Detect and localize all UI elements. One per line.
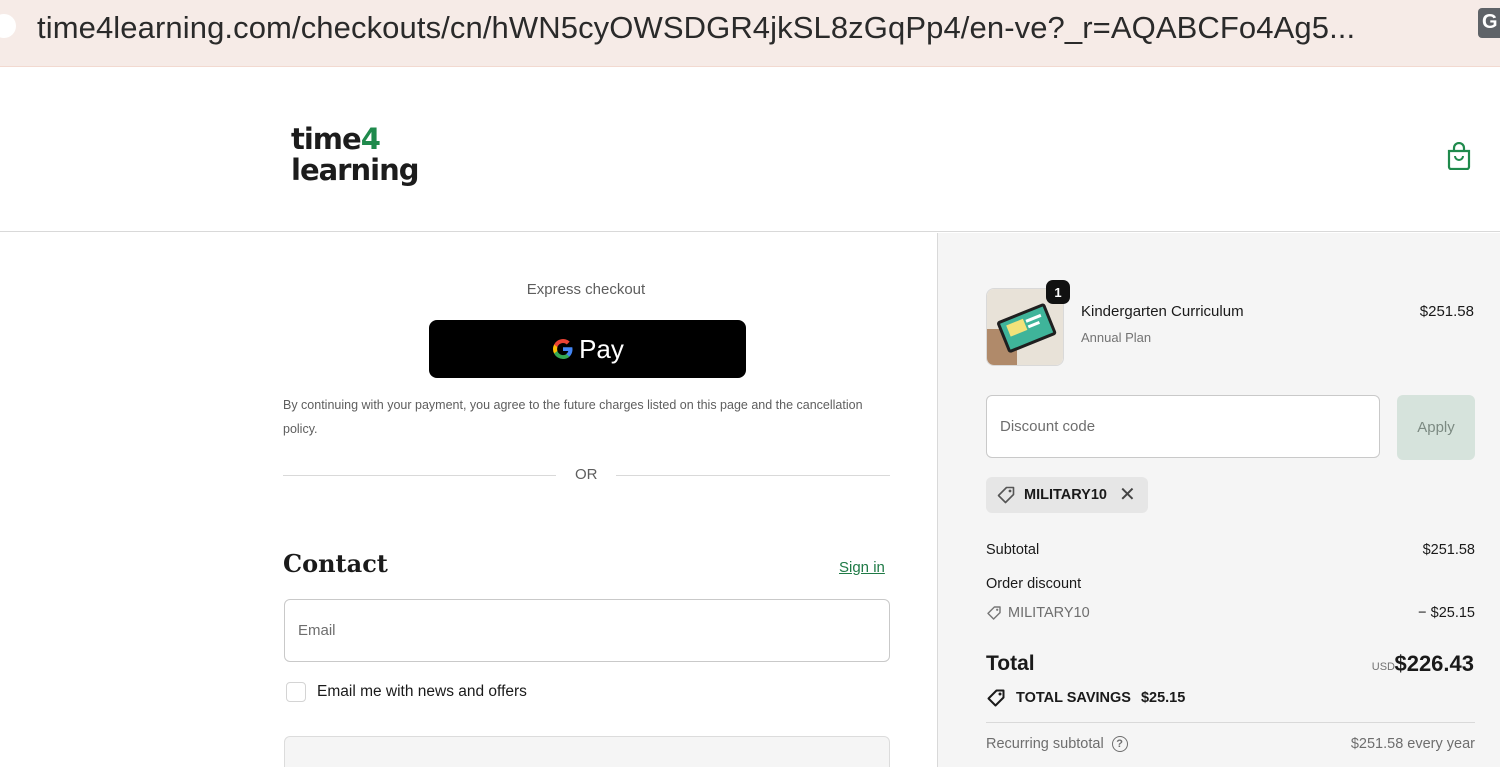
recurring-subtotal-label: Recurring subtotal (986, 736, 1104, 752)
newsletter-label: Email me with news and offers (317, 683, 527, 700)
total-currency: USD (1371, 661, 1395, 673)
tag-icon (997, 486, 1015, 504)
apply-discount-button[interactable]: Apply (1397, 395, 1475, 460)
time4learning-logo[interactable]: time4 learning (291, 124, 419, 186)
email-input[interactable] (285, 600, 889, 661)
sign-in-link[interactable]: Sign in (839, 559, 885, 576)
notice-box (284, 736, 890, 767)
subtotal-label: Subtotal (986, 542, 1040, 558)
newsletter-option[interactable]: Email me with news and offers (286, 682, 527, 702)
total-savings-value: $25.15 (1140, 690, 1186, 706)
help-icon[interactable]: ? (1111, 736, 1128, 752)
applied-code-label: MILITARY10 (1024, 487, 1107, 503)
recurring-subtotal-row: Recurring subtotal ? $251.58 every year (986, 736, 1475, 752)
discount-code-row: MILITARY10 − $25.15 (986, 605, 1475, 621)
discount-value: − $25.15 (1418, 605, 1475, 621)
product-name: Kindergarten Curriculum (1081, 303, 1244, 320)
discount-code-label: MILITARY10 (1008, 605, 1090, 621)
total-label: Total (986, 652, 1035, 675)
quantity-badge: 1 (1046, 280, 1070, 304)
summary-divider (986, 722, 1475, 723)
site-header: time4 learning (0, 82, 1500, 232)
product-price: $251.58 (1419, 303, 1474, 320)
total-value: $226.43 (1394, 651, 1474, 676)
extension-icon[interactable]: G (1478, 8, 1500, 38)
google-g-icon (553, 339, 573, 360)
newsletter-checkbox[interactable] (286, 682, 306, 702)
tag-icon (987, 606, 1001, 620)
email-field[interactable] (284, 599, 890, 662)
google-pay-button[interactable]: Pay (429, 320, 746, 378)
discount-code-field[interactable] (986, 395, 1380, 458)
applied-discount-chip: MILITARY10 ✕ (986, 477, 1148, 513)
savings-tag-icon (987, 689, 1005, 707)
browser-address-bar: time4learning.com/checkouts/cn/hWN5cyOWS… (0, 0, 1500, 66)
checkout-form: Express checkout Pay By continuing with … (0, 233, 937, 767)
discount-code-input[interactable] (987, 396, 1379, 457)
product-plan: Annual Plan (1081, 330, 1152, 345)
toolbar-divider (0, 66, 1500, 82)
site-info-icon[interactable] (0, 14, 16, 38)
shopping-bag-icon[interactable] (1446, 142, 1472, 170)
or-divider: OR (283, 465, 890, 485)
payment-consent-text: By continuing with your payment, you agr… (283, 398, 863, 436)
order-summary: 1 Kindergarten Curriculum Annual Plan $2… (937, 233, 1500, 767)
total-savings-label: TOTAL SAVINGS (1016, 690, 1131, 706)
total-savings-row: TOTAL SAVINGS $25.15 (986, 688, 1185, 708)
subtotal-row: Subtotal $251.58 (986, 542, 1475, 558)
recurring-subtotal-value: $251.58 every year (1350, 736, 1475, 752)
order-discount-label: Order discount (986, 576, 1082, 592)
contact-heading: Contact (283, 549, 388, 578)
subtotal-value: $251.58 (1422, 542, 1475, 558)
order-discount-row: Order discount (986, 576, 1475, 592)
google-pay-label: Pay (579, 333, 624, 364)
url-text[interactable]: time4learning.com/checkouts/cn/hWN5cyOWS… (37, 10, 1355, 46)
remove-discount-icon[interactable]: ✕ (1119, 485, 1136, 505)
